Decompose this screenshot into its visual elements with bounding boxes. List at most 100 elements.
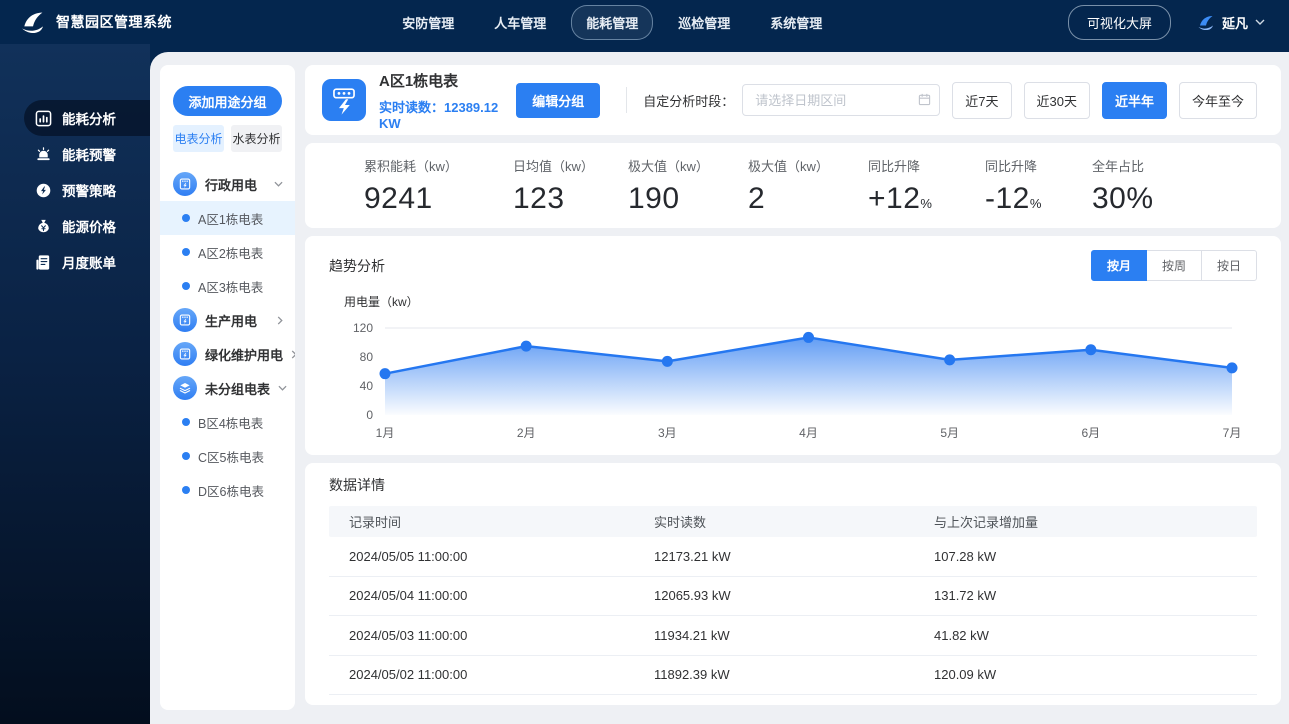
table-row[interactable]: 2024/05/02 11:00:00 11892.39 kW 120.09 k… xyxy=(329,656,1257,695)
data-detail-card: 数据详情 记录时间 实时读数 与上次记录增加量 2024/05/05 11:00… xyxy=(305,463,1281,705)
chart-point-2月[interactable] xyxy=(520,340,532,352)
meter-reading: 实时读数：12389.12 KW xyxy=(379,97,516,131)
topbar-right: 可视化大屏 延凡 xyxy=(1067,4,1289,40)
x-tick-label: 6月 xyxy=(1081,426,1100,440)
chart-point-5月[interactable] xyxy=(944,354,956,366)
chart-point-7月[interactable] xyxy=(1226,362,1238,374)
x-tick-label: 4月 xyxy=(799,426,818,440)
user-menu[interactable]: 延凡 xyxy=(1197,13,1265,32)
chevron-right-icon[interactable] xyxy=(291,349,295,359)
tree-group-ungrouped-meters[interactable]: 未分组电表 xyxy=(160,371,295,405)
visual-screen-button[interactable]: 可视化大屏 xyxy=(1067,4,1171,40)
sidebar-item-energy-price[interactable]: 能源价格 xyxy=(0,208,150,244)
date-range-input[interactable] xyxy=(742,84,941,116)
stat-maximum-2: 极大值（kw） 2 xyxy=(748,156,868,216)
tree-item-a1-meter[interactable]: A区1栋电表 xyxy=(160,201,295,235)
calendar-icon xyxy=(919,93,931,106)
chart-point-4月[interactable] xyxy=(803,331,814,343)
add-usage-group-button[interactable]: 添加用途分组 xyxy=(173,86,282,116)
stat-label: 极大值（kw） xyxy=(628,158,709,174)
stat-value: 123 xyxy=(513,181,565,215)
tab-electric-analysis[interactable]: 电表分析 xyxy=(173,125,224,152)
trend-by-day-button[interactable]: 按日 xyxy=(1200,250,1257,281)
alarm-icon xyxy=(34,145,52,163)
sidebar-item-label: 预警策略 xyxy=(62,184,116,199)
tree-group-admin-power[interactable]: 行政用电 xyxy=(160,167,295,201)
top-nav: 安防管理 人车管理 能耗管理 巡检管理 系统管理 xyxy=(387,4,837,40)
nav-item-vehicle[interactable]: 人车管理 xyxy=(479,5,561,40)
range-half-year-button[interactable]: 近半年 xyxy=(1101,81,1167,119)
trend-by-month-button[interactable]: 按月 xyxy=(1090,250,1147,281)
main-column: A区1栋电表 实时读数：12389.12 KW 编辑分组 自定分析时段： 近7天… xyxy=(305,65,1281,724)
tree-item-b4-meter[interactable]: B区4栋电表 xyxy=(160,405,295,439)
sidebar-item-label: 能耗分析 xyxy=(62,112,116,127)
trend-title: 趋势分析 xyxy=(329,257,385,274)
tree-group-label: 绿化维护用电 xyxy=(205,347,284,363)
nav-item-security[interactable]: 安防管理 xyxy=(387,5,469,40)
tree-group-label: 行政用电 xyxy=(205,177,258,193)
x-tick-label: 1月 xyxy=(376,426,395,440)
table-row[interactable]: 2024/05/05 11:00:00 12173.21 kW 107.28 k… xyxy=(329,537,1257,577)
logo-icon xyxy=(22,12,44,33)
chevron-right-icon[interactable] xyxy=(277,315,283,325)
sidebar-item-energy-alert[interactable]: 能耗预警 xyxy=(0,136,150,172)
nav-item-inspection[interactable]: 巡检管理 xyxy=(663,5,745,40)
trend-card: 趋势分析 按月 按周 按日 用电量（kw） 0 40 80 120 1月 2月 3月 4月 5月… xyxy=(305,236,1281,455)
chart-point-1月[interactable] xyxy=(379,368,391,380)
bullet-dot xyxy=(182,248,190,256)
cell-record-time: 2024/05/05 11:00:00 xyxy=(349,548,468,564)
stat-value: 9241 xyxy=(364,181,433,215)
app-root: 智慧园区管理系统 安防管理 人车管理 能耗管理 巡检管理 系统管理 可视化大屏 … xyxy=(0,0,1289,724)
stat-total-consumption: 累积能耗（kw） 9241 xyxy=(364,156,513,216)
tree-item-label: D区6栋电表 xyxy=(198,484,264,499)
sidebar-item-monthly-bill[interactable]: 月度账单 xyxy=(0,244,150,280)
table-header-row: 记录时间 实时读数 与上次记录增加量 xyxy=(329,506,1257,537)
column-header: 与上次记录增加量 xyxy=(934,515,1039,530)
range-ytd-button[interactable]: 今年至今 xyxy=(1178,81,1257,119)
tree-item-d6-meter[interactable]: D区6栋电表 xyxy=(160,473,295,507)
sidebar-item-energy-analysis[interactable]: 能耗分析 xyxy=(24,100,150,136)
cell-delta: 120.09 kW xyxy=(934,667,997,683)
stat-value: 30% xyxy=(1092,181,1154,215)
chart-point-3月[interactable] xyxy=(661,355,673,367)
stats-card: 累积能耗（kw） 9241 日均值（kw） 123 极大值（kw） 190 极大… xyxy=(305,143,1281,228)
column-header: 记录时间 xyxy=(349,515,402,530)
cell-delta: 107.28 kW xyxy=(934,548,997,564)
nav-item-system[interactable]: 系统管理 xyxy=(755,5,837,40)
tree-item-a2-meter[interactable]: A区2栋电表 xyxy=(160,235,295,269)
x-tick-label: 7月 xyxy=(1223,426,1242,440)
stat-value: 2 xyxy=(748,181,766,215)
vertical-divider xyxy=(626,87,628,113)
trend-by-week-button[interactable]: 按周 xyxy=(1145,250,1202,281)
meter-header-card: A区1栋电表 实时读数：12389.12 KW 编辑分组 自定分析时段： 近7天… xyxy=(305,65,1281,135)
chevron-down-icon[interactable] xyxy=(274,181,283,187)
chevron-down-icon[interactable] xyxy=(278,385,287,391)
cell-record-time: 2024/05/02 11:00:00 xyxy=(349,667,468,683)
nav-item-energy[interactable]: 能耗管理 xyxy=(571,4,654,40)
cell-delta: 41.82 kW xyxy=(934,627,989,643)
bullet-dot xyxy=(182,418,190,426)
strategy-icon xyxy=(34,181,52,199)
edit-group-button[interactable]: 编辑分组 xyxy=(516,82,601,118)
stat-label: 日均值（kw） xyxy=(513,158,594,174)
tree-item-a3-meter[interactable]: A区3栋电表 xyxy=(160,269,295,303)
table-row[interactable]: 2024/05/04 11:00:00 12065.93 kW 131.72 k… xyxy=(329,577,1257,616)
tree-item-label: A区2栋电表 xyxy=(198,246,264,261)
stat-label: 全年占比 xyxy=(1092,158,1145,174)
tree-group-greening-power[interactable]: 绿化维护用电 xyxy=(160,337,295,371)
sidebar-item-label: 能源价格 xyxy=(62,220,116,235)
chart-point-6月[interactable] xyxy=(1085,344,1097,356)
sidebar-item-alert-strategy[interactable]: 预警策略 xyxy=(0,172,150,208)
content-area: 添加用途分组 电表分析 水表分析 行政用电 A区1栋电表 A区2栋电表 A区3栋… xyxy=(150,52,1289,724)
tab-water-analysis[interactable]: 水表分析 xyxy=(231,125,282,152)
range-30d-button[interactable]: 近30天 xyxy=(1023,81,1090,119)
sidebar-item-label: 月度账单 xyxy=(62,256,116,271)
tree-item-c5-meter[interactable]: C区5栋电表 xyxy=(160,439,295,473)
range-7d-button[interactable]: 近7天 xyxy=(952,81,1012,119)
analysis-tabs: 电表分析 水表分析 xyxy=(173,125,282,152)
bullet-dot xyxy=(182,452,190,460)
tree-group-production-power[interactable]: 生产用电 xyxy=(160,303,295,337)
table-row[interactable]: 2024/05/03 11:00:00 11934.21 kW 41.82 kW xyxy=(329,616,1257,656)
period-label: 自定分析时段： xyxy=(643,93,735,109)
x-tick-label: 3月 xyxy=(658,426,677,440)
